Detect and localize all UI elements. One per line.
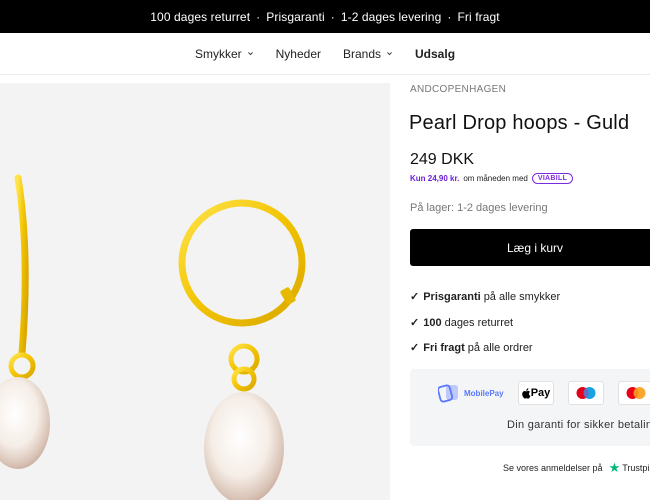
usp-text: på alle smykker [483, 291, 561, 303]
earring-illustration [0, 174, 306, 500]
mastercard-logo [618, 381, 650, 405]
announcement-item: 100 dages returret [150, 9, 251, 24]
announcement-item: 1-2 dages levering [340, 9, 442, 24]
mobilepay-logo: MobilePay [438, 383, 518, 403]
nav-item-smykker[interactable]: Smykker [195, 47, 254, 61]
nav-label: Udsalg [415, 46, 456, 61]
product-image[interactable] [0, 83, 390, 500]
usp-bold: Fri fragt [423, 342, 465, 354]
main-nav: Smykker Nyheder Brands Udsalg [0, 33, 650, 75]
announcement-separator: · [256, 9, 261, 24]
applepay-logo: Pay [518, 381, 554, 405]
nav-label: Nyheder [275, 46, 321, 61]
announcement-bar: 100 dages returret · Prisgaranti · 1-2 d… [0, 0, 650, 33]
announcement-separator: · [447, 9, 452, 24]
announcement-item: Prisgaranti [266, 9, 325, 24]
usp-item: ✓ Prisgaranti på alle smykker [410, 290, 560, 303]
payment-guarantee-text: Din garanti for sikker betaling [507, 419, 650, 431]
usp-text: dages returret [444, 317, 514, 329]
stock-status: På lager: 1-2 dages levering [410, 202, 548, 214]
trustpilot-label: Trustpilot [622, 462, 650, 473]
payment-methods-box: MobilePay Pay Din garanti for sikker bet… [410, 369, 650, 446]
installment-info: Kun 24,90 kr. om måneden med VIABILL [410, 173, 574, 184]
product-title: Pearl Drop hoops - Guld [409, 112, 630, 134]
chevron-down-icon [387, 52, 392, 56]
apple-icon [521, 387, 531, 399]
payment-logos: MobilePay Pay [438, 381, 650, 405]
applepay-label: Pay [530, 387, 551, 399]
nav-item-brands[interactable]: Brands [343, 47, 393, 61]
announcement-separator: · [330, 9, 335, 24]
reviews-text: Se vores anmeldelser på [503, 462, 603, 473]
mobilepay-icon [438, 384, 458, 403]
trustpilot-star-icon: ★ [608, 460, 621, 475]
mastercard-icon [626, 387, 646, 399]
nav-label: Brands [342, 46, 382, 61]
usp-bold: Prisgaranti [423, 291, 481, 303]
usp-item: ✓ 100 dages returret [410, 316, 513, 329]
installment-amount: Kun 24,90 kr. [410, 174, 460, 183]
maestro-logo [568, 381, 604, 405]
nav-label: Smykker [194, 46, 242, 61]
mobilepay-label: MobilePay [464, 388, 504, 398]
product-price: 249 DKK [410, 151, 475, 168]
reviews-link[interactable]: Se vores anmeldelser på ★ Trustpilot [503, 461, 650, 474]
product-brand[interactable]: ANDCOPENHAGEN [410, 84, 506, 95]
check-icon: ✓ [410, 317, 420, 329]
usp-item: ✓ Fri fragt på alle ordrer [410, 341, 533, 354]
chevron-down-icon [247, 52, 253, 56]
nav-item-nyheder[interactable]: Nyheder [276, 47, 321, 61]
check-icon: ✓ [410, 342, 420, 354]
viabill-badge[interactable]: VIABILL [531, 173, 574, 184]
nav-item-udsalg[interactable]: Udsalg [415, 47, 455, 61]
add-to-cart-button[interactable]: Læg i kurv [410, 229, 650, 266]
usp-text: på alle ordrer [467, 342, 533, 354]
installment-text: om måneden med [463, 174, 528, 183]
announcement-item: Fri fragt [457, 9, 500, 24]
check-icon: ✓ [410, 291, 420, 303]
usp-bold: 100 [423, 317, 442, 329]
maestro-icon [576, 387, 596, 399]
